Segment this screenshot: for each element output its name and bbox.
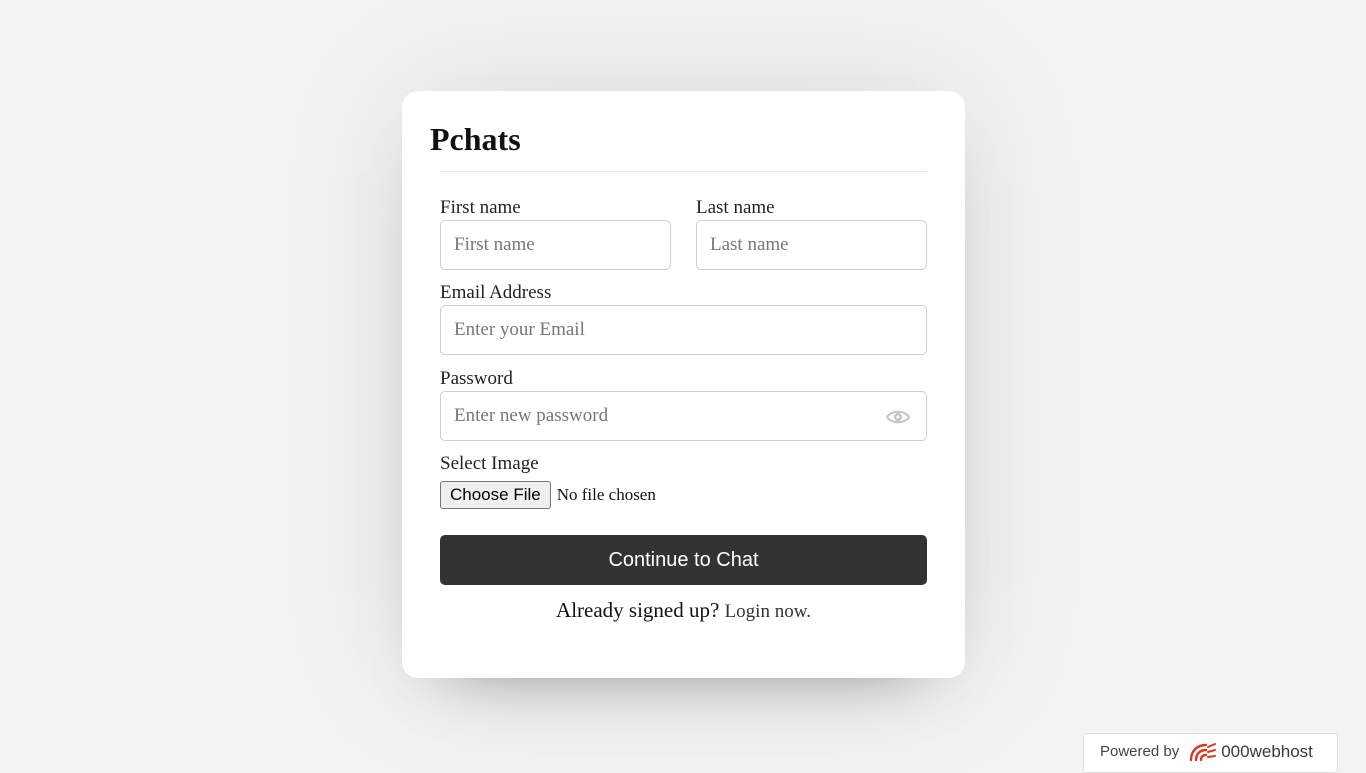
choose-file-button[interactable]: Choose File (440, 481, 551, 509)
login-prompt: Already signed up? Login now. (440, 598, 927, 624)
last-name-input[interactable] (696, 220, 927, 270)
first-name-input[interactable] (440, 220, 671, 270)
first-name-label: First name (440, 197, 521, 218)
login-prompt-text: Already signed up? (556, 598, 720, 622)
signup-card: Pchats First name Last name Email Addres… (402, 91, 965, 678)
password-label: Password (440, 368, 513, 389)
login-link[interactable]: Login now. (725, 601, 811, 622)
000webhost-brand: 000webhost (1221, 742, 1313, 761)
continue-to-chat-button[interactable]: Continue to Chat (440, 535, 927, 585)
powered-by-badge[interactable]: Powered by 000webhost (1083, 733, 1338, 773)
file-picker: Choose File No file chosen (440, 481, 656, 509)
email-label: Email Address (440, 282, 552, 303)
powered-by-text: Powered by (1100, 743, 1180, 760)
eye-icon[interactable] (885, 408, 911, 426)
000webhost-logo-icon (1187, 741, 1217, 763)
email-input[interactable] (440, 305, 927, 355)
file-status-text: No file chosen (556, 485, 656, 504)
image-label: Select Image (440, 453, 539, 474)
app-title: Pchats (430, 121, 521, 157)
last-name-label: Last name (696, 197, 775, 218)
password-input[interactable] (440, 391, 927, 441)
title-divider (440, 171, 927, 172)
